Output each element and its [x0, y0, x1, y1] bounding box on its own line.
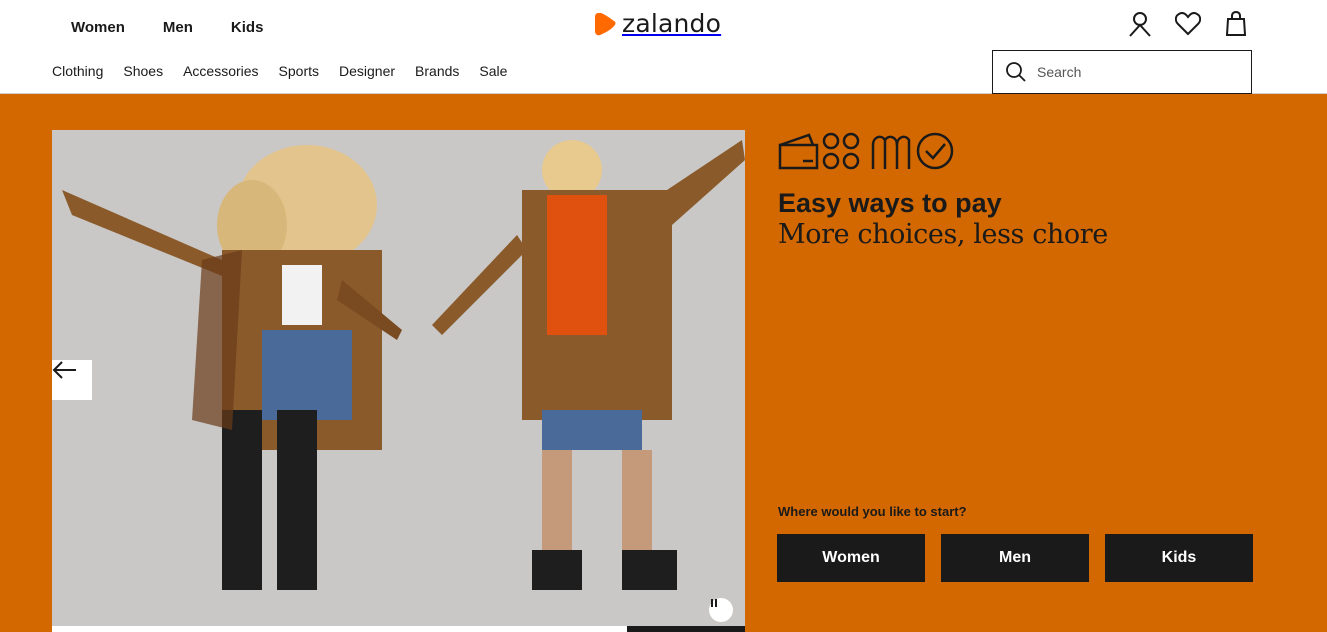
- carousel-progress: [52, 626, 745, 632]
- gender-nav: Women Men Kids: [52, 18, 282, 38]
- loops-icon: [871, 135, 911, 169]
- check-circle-icon: [916, 132, 954, 170]
- heart-icon[interactable]: [1174, 10, 1202, 38]
- category-designer[interactable]: Designer: [339, 62, 395, 80]
- start-men-button[interactable]: Men: [941, 534, 1089, 582]
- start-label: Where would you like to start?: [778, 504, 967, 519]
- payment-icons: [778, 132, 954, 170]
- arrow-left-icon: [52, 361, 76, 379]
- category-shoes[interactable]: Shoes: [123, 62, 163, 80]
- category-sale[interactable]: Sale: [479, 62, 507, 80]
- start-kids-button[interactable]: Kids: [1105, 534, 1253, 582]
- zalando-logo-icon: [595, 12, 616, 35]
- search-icon: [1006, 62, 1026, 82]
- logo-text: zalando: [622, 9, 722, 38]
- gender-nav-women[interactable]: Women: [52, 18, 144, 38]
- search-input[interactable]: [1037, 64, 1237, 80]
- hero-subtitle: More choices, less chore: [778, 219, 1108, 250]
- pause-icon: [711, 599, 717, 607]
- category-clothing[interactable]: Clothing: [52, 62, 103, 80]
- carousel-progress-fill: [627, 626, 745, 632]
- search-box[interactable]: [992, 50, 1252, 94]
- hero-photo-illustration: [52, 130, 745, 626]
- bag-icon[interactable]: [1222, 10, 1250, 38]
- hero-banner: Easy ways to pay More choices, less chor…: [0, 94, 1327, 632]
- category-brands[interactable]: Brands: [415, 62, 459, 80]
- hero-title: Easy ways to pay: [778, 188, 1002, 218]
- wallet-icon: [778, 133, 819, 170]
- category-nav: Clothing Shoes Accessories Sports Design…: [52, 62, 527, 80]
- installments-icon: [822, 132, 860, 170]
- start-women-button[interactable]: Women: [777, 534, 925, 582]
- gender-nav-men[interactable]: Men: [144, 18, 212, 38]
- category-sports[interactable]: Sports: [279, 62, 319, 80]
- zalando-logo[interactable]: zalando: [594, 9, 721, 38]
- start-buttons: Women Men Kids: [777, 534, 1253, 582]
- site-header: Women Men Kids zalando Clothing Shoes Ac…: [0, 0, 1327, 94]
- hero-image[interactable]: [52, 130, 745, 626]
- user-icon[interactable]: [1126, 10, 1154, 38]
- gender-nav-kids[interactable]: Kids: [212, 18, 283, 38]
- carousel-pause-button[interactable]: [709, 598, 733, 622]
- category-accessories[interactable]: Accessories: [183, 62, 258, 80]
- carousel-prev-button[interactable]: [52, 360, 92, 400]
- header-icons: [1126, 10, 1250, 38]
